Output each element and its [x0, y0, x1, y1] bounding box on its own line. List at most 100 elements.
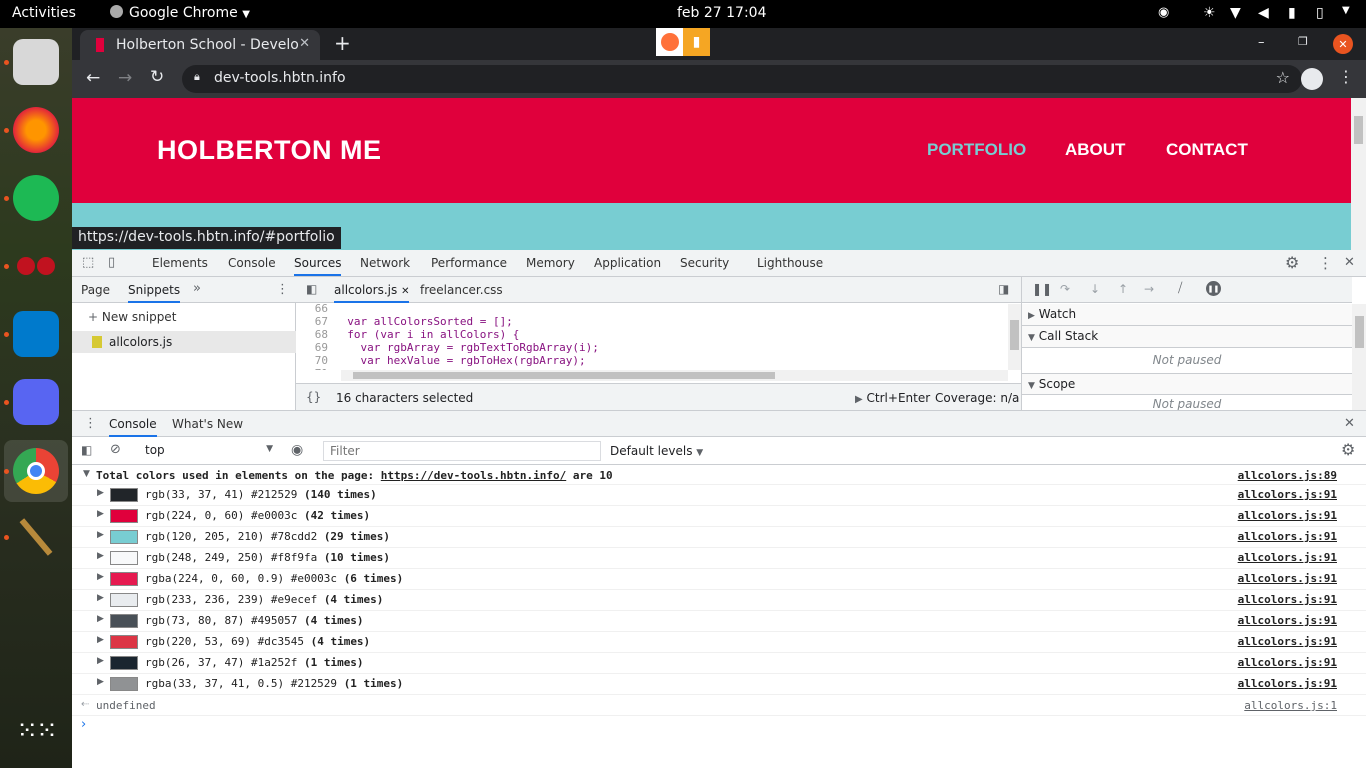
console-entry[interactable]: ▶ rgb(120, 205, 210) #78cdd2 (29 times) al…	[72, 527, 1366, 548]
line-number[interactable]: 69	[296, 341, 334, 354]
line-number[interactable]: 68	[296, 328, 334, 341]
console-source-link[interactable]: allcolors.js:91	[1238, 488, 1337, 501]
scrollbar-thumb[interactable]	[1354, 116, 1363, 144]
expand-arrow-icon[interactable]: ▶	[97, 635, 104, 645]
console-source-link[interactable]: allcolors.js:91	[1238, 509, 1337, 522]
tab-network[interactable]: Network	[360, 250, 410, 276]
pause-on-exceptions-icon[interactable]: ❚❚	[1206, 281, 1221, 296]
expand-arrow-icon[interactable]: ▶	[97, 656, 104, 666]
expand-arrow-icon[interactable]: ▶	[97, 677, 104, 687]
step-into-icon[interactable]: ↓	[1090, 282, 1100, 296]
console-sidebar-icon[interactable]: ◧	[81, 443, 92, 457]
profile-avatar-icon[interactable]	[1301, 68, 1323, 90]
step-out-icon[interactable]: ↑	[1118, 282, 1128, 296]
console-source-link[interactable]: allcolors.js:91	[1238, 551, 1337, 564]
tab-elements[interactable]: Elements	[152, 250, 208, 276]
nav-portfolio[interactable]: PORTFOLIO	[927, 140, 1026, 160]
context-select[interactable]: top ▼	[137, 441, 277, 461]
new-tab-icon[interactable]: +	[334, 31, 351, 55]
console-source-link[interactable]: allcolors.js:91	[1238, 656, 1337, 669]
activities-button[interactable]: Activities	[12, 5, 76, 21]
toggle-navigator-icon[interactable]: ◧	[306, 282, 317, 296]
console-entry[interactable]: ▶ rgb(248, 249, 250) #f8f9fa (10 times) al…	[72, 548, 1366, 569]
editor-vertical-scrollbar[interactable]	[1008, 304, 1021, 370]
step-over-icon[interactable]: ↷	[1060, 282, 1070, 296]
expand-arrow-icon[interactable]: ▶	[97, 530, 104, 540]
devtools-settings-icon[interactable]: ⚙	[1285, 253, 1299, 272]
console-prompt[interactable]: ›	[72, 716, 1366, 746]
clock[interactable]: feb 27 17:04	[677, 5, 767, 21]
chrome-icon[interactable]	[13, 448, 59, 494]
line-number[interactable]: 70	[296, 354, 334, 367]
console-source-link[interactable]: allcolors.js:91	[1238, 635, 1337, 648]
nav-tab-snippets[interactable]: Snippets	[128, 277, 181, 303]
color-picker-brush-icon[interactable]	[13, 514, 59, 560]
more-tabs-icon[interactable]: »	[193, 281, 201, 296]
console-source-link[interactable]: allcolors.js:89	[1238, 469, 1337, 482]
microphone-icon[interactable]: ▮	[1288, 5, 1296, 21]
reload-icon[interactable]: ↻	[150, 67, 164, 87]
run-snippet-button[interactable]: ▶ Ctrl+Enter	[855, 391, 930, 405]
app-menu[interactable]: Google Chrome ▼	[110, 5, 250, 21]
system-menu-caret-icon[interactable]: ▼	[1342, 5, 1350, 16]
tab-application[interactable]: Application	[594, 250, 661, 276]
devtools-menu-icon[interactable]: ⋮	[1318, 254, 1333, 272]
expand-arrow-icon[interactable]: ▶	[97, 488, 104, 498]
line-number[interactable]: 67	[296, 315, 334, 328]
volume-icon[interactable]: ◀	[1258, 5, 1269, 21]
drawer-close-icon[interactable]: ✕	[1344, 416, 1355, 431]
inspect-element-icon[interactable]: ⬚	[82, 255, 94, 270]
vscode-icon[interactable]	[13, 311, 59, 357]
editor-tab-close-icon[interactable]: ✕	[401, 286, 409, 297]
code-line[interactable]: 68 for (var i in allColors) {	[296, 328, 1008, 341]
address-bar[interactable]: 🔒︎ dev-tools.hbtn.info ☆	[182, 65, 1302, 93]
console-entry[interactable]: ▶ rgba(224, 0, 60, 0.9) #e0003c (6 times)…	[72, 569, 1366, 590]
drawer-tab-whats-new[interactable]: What's New	[172, 411, 243, 437]
debugger-scrollbar[interactable]	[1352, 304, 1366, 410]
chrome-menu-icon[interactable]: ⋮	[1338, 67, 1354, 86]
code-line[interactable]: 70 var hexValue = rgbToHex(rgbArray);	[296, 354, 1008, 367]
tab-performance[interactable]: Performance	[431, 250, 507, 276]
live-expression-eye-icon[interactable]: ◉	[291, 442, 303, 458]
tab-lighthouse[interactable]: Lighthouse	[757, 250, 823, 276]
close-window-icon[interactable]: ✕	[1333, 34, 1353, 54]
console-filter-input[interactable]	[323, 441, 601, 461]
console-source-link[interactable]: allcolors.js:91	[1238, 530, 1337, 543]
expand-arrow-icon[interactable]: ▶	[97, 572, 104, 582]
files-icon[interactable]	[13, 39, 59, 85]
media-indicator[interactable]: ▮	[656, 28, 710, 56]
clear-console-icon[interactable]: ⊘	[110, 442, 121, 457]
console-entry[interactable]: ▶ rgb(233, 236, 239) #e9ecef (4 times) all…	[72, 590, 1366, 611]
wifi-icon[interactable]: ▼	[1230, 5, 1241, 21]
forward-icon[interactable]: →	[118, 68, 132, 88]
expand-arrow-icon[interactable]: ▶	[97, 593, 104, 603]
brightness-icon[interactable]: ☀	[1203, 5, 1216, 21]
code-lines[interactable]: 66 67 var allColorsSorted = []; 68 for (va…	[296, 304, 1008, 370]
console-group-header[interactable]: ▼ Total colors used in elements on the p…	[72, 465, 1366, 485]
deactivate-breakpoints-icon[interactable]: ⧸	[1178, 281, 1182, 296]
console-entry[interactable]: ▶ rgb(224, 0, 60) #e0003c (42 times) allco…	[72, 506, 1366, 527]
nav-contact[interactable]: CONTACT	[1166, 140, 1248, 160]
call-stack-section[interactable]: ▼ Call Stack	[1022, 326, 1352, 348]
summary-link[interactable]: https://dev-tools.hbtn.info/	[381, 469, 566, 482]
navigator-menu-icon[interactable]: ⋮	[276, 282, 289, 297]
bookmark-star-icon[interactable]: ☆	[1276, 68, 1290, 87]
snippet-item[interactable]: allcolors.js	[72, 331, 296, 353]
console-source-link[interactable]: allcolors.js:91	[1238, 614, 1337, 627]
tab-console[interactable]: Console	[228, 250, 276, 276]
line-number[interactable]: 66	[296, 304, 334, 315]
console-source-link[interactable]: allcolors.js:91	[1238, 677, 1337, 690]
firefox-icon[interactable]	[13, 107, 59, 153]
console-entry[interactable]: ▶ rgb(220, 53, 69) #dc3545 (4 times) allco…	[72, 632, 1366, 653]
new-snippet-button[interactable]: + New snippet	[88, 310, 176, 324]
console-entry[interactable]: ▶ rgba(33, 37, 41, 0.5) #212529 (1 times)…	[72, 674, 1366, 695]
show-applications-icon[interactable]: ⁙⁙	[13, 708, 59, 754]
browser-tab[interactable]: Holberton School - Develo ✕	[80, 30, 320, 60]
log-levels-dropdown[interactable]: Default levels ▼	[610, 444, 703, 458]
nav-tab-page[interactable]: Page	[81, 277, 110, 303]
cherry-icon[interactable]	[13, 243, 59, 289]
tab-memory[interactable]: Memory	[526, 250, 575, 276]
editor-horizontal-scrollbar[interactable]	[341, 370, 1008, 381]
watch-section[interactable]: ▶ Watch	[1022, 304, 1352, 326]
console-source-link[interactable]: allcolors.js:91	[1238, 593, 1337, 606]
